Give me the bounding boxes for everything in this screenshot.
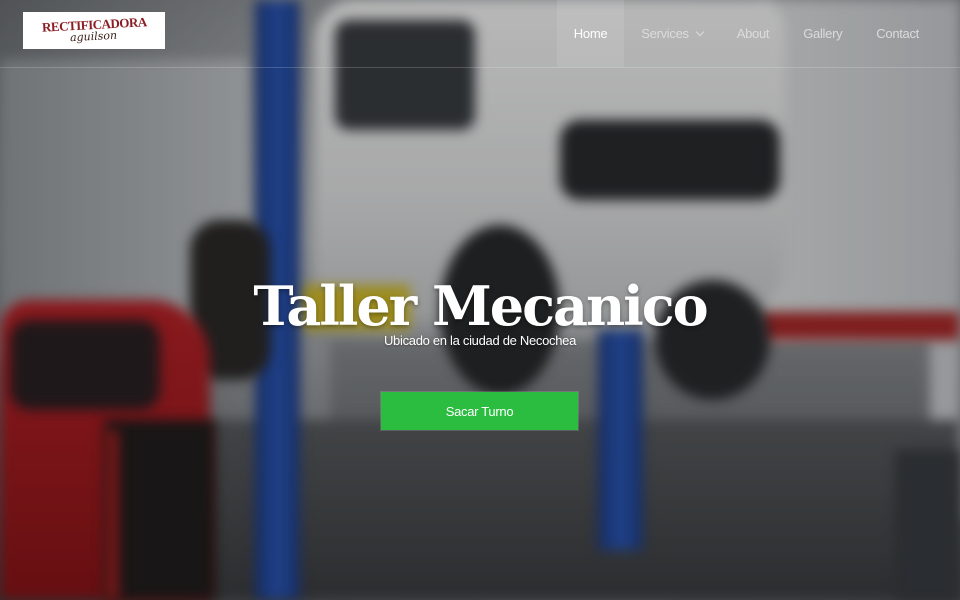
logo-text-bottom: aguilson [70,28,118,44]
main-nav: Home Services About Gallery Contact [556,0,936,67]
hero-subtitle: Ubicado en la ciudad de Necochea [383,333,577,348]
sacar-turno-button[interactable]: Sacar Turno [381,392,578,430]
chevron-down-icon [695,27,704,37]
nav-item-services[interactable]: Services [624,0,719,67]
nav-item-gallery[interactable]: Gallery [786,0,859,67]
nav-item-contact[interactable]: Contact [859,0,936,67]
nav-item-home[interactable]: Home [556,0,625,67]
site-header: RECTIFICADORA aguilson Home Services Abo… [0,0,960,68]
hero-title: Taller Mecanico [253,274,708,339]
nav-item-services-label: Services [641,26,689,41]
site-logo[interactable]: RECTIFICADORA aguilson [23,12,165,49]
nav-item-about[interactable]: About [720,0,786,67]
